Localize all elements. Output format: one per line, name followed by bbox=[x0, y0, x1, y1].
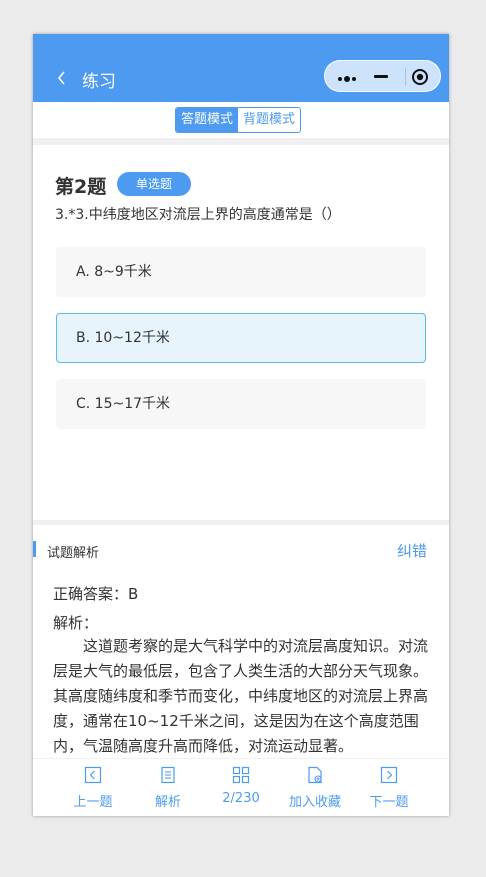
mini-program-capsule bbox=[324, 60, 441, 92]
grid-icon bbox=[232, 766, 250, 784]
chevron-left-icon[interactable] bbox=[55, 67, 69, 89]
question-type-badge: 单选题 bbox=[117, 172, 191, 196]
prev-question-button[interactable]: 上一题 bbox=[58, 759, 128, 816]
bookmark-add-icon bbox=[306, 766, 324, 784]
chevron-right-box-icon bbox=[380, 766, 398, 784]
phone-screen: 练习 答题模式 背题模式 第2题 单选题 3.*3.中纬度地区对流层上界的高度通… bbox=[33, 34, 449, 816]
analysis-title: 试题解析 bbox=[47, 546, 100, 561]
minimize-icon[interactable] bbox=[374, 75, 388, 78]
document-icon bbox=[159, 766, 177, 784]
answer-mode-tab[interactable]: 答题模式 bbox=[176, 108, 239, 132]
option-b[interactable]: B. 10~12千米 bbox=[56, 313, 426, 363]
analysis-label: 解析： bbox=[53, 614, 99, 632]
report-error-link[interactable]: 纠错 bbox=[397, 540, 427, 561]
analysis-accent-bar bbox=[33, 541, 36, 557]
section-divider bbox=[33, 520, 449, 525]
correct-answer: 正确答案：B bbox=[53, 585, 139, 603]
explain-button[interactable]: 解析 bbox=[133, 759, 203, 816]
option-a[interactable]: A. 8~9千米 bbox=[56, 247, 426, 297]
mode-toggle: 答题模式 背题模式 bbox=[175, 107, 302, 133]
explain-label: 解析 bbox=[154, 795, 181, 810]
question-number: 第2题 bbox=[55, 176, 107, 198]
section-divider bbox=[33, 138, 449, 145]
favorite-button[interactable]: 加入收藏 bbox=[280, 759, 350, 816]
target-close-icon[interactable] bbox=[411, 68, 429, 86]
recite-mode-tab[interactable]: 背题模式 bbox=[238, 108, 301, 132]
chevron-left-box-icon bbox=[84, 766, 102, 784]
nav-header: 练习 bbox=[33, 34, 449, 102]
prev-question-label: 上一题 bbox=[73, 795, 113, 810]
next-question-label: 下一题 bbox=[369, 795, 409, 810]
page-title: 练习 bbox=[82, 72, 116, 92]
option-c[interactable]: C. 15~17千米 bbox=[56, 379, 426, 429]
more-dots-icon[interactable] bbox=[337, 70, 359, 82]
capsule-divider bbox=[405, 68, 406, 86]
favorite-label: 加入收藏 bbox=[288, 795, 341, 810]
bottom-toolbar: 上一题 解析 2/230 加入收藏 下一题 bbox=[33, 758, 449, 816]
analysis-body: 这道题考察的是大气科学中的对流层高度知识。对流层是大气的最低层，包含了人类生活的… bbox=[53, 637, 429, 755]
next-question-button[interactable]: 下一题 bbox=[354, 759, 424, 816]
progress-label: 2/230 bbox=[222, 791, 260, 806]
progress-button[interactable]: 2/230 bbox=[206, 759, 276, 816]
question-text: 3.*3.中纬度地区对流层上界的高度通常是（） bbox=[55, 207, 341, 223]
